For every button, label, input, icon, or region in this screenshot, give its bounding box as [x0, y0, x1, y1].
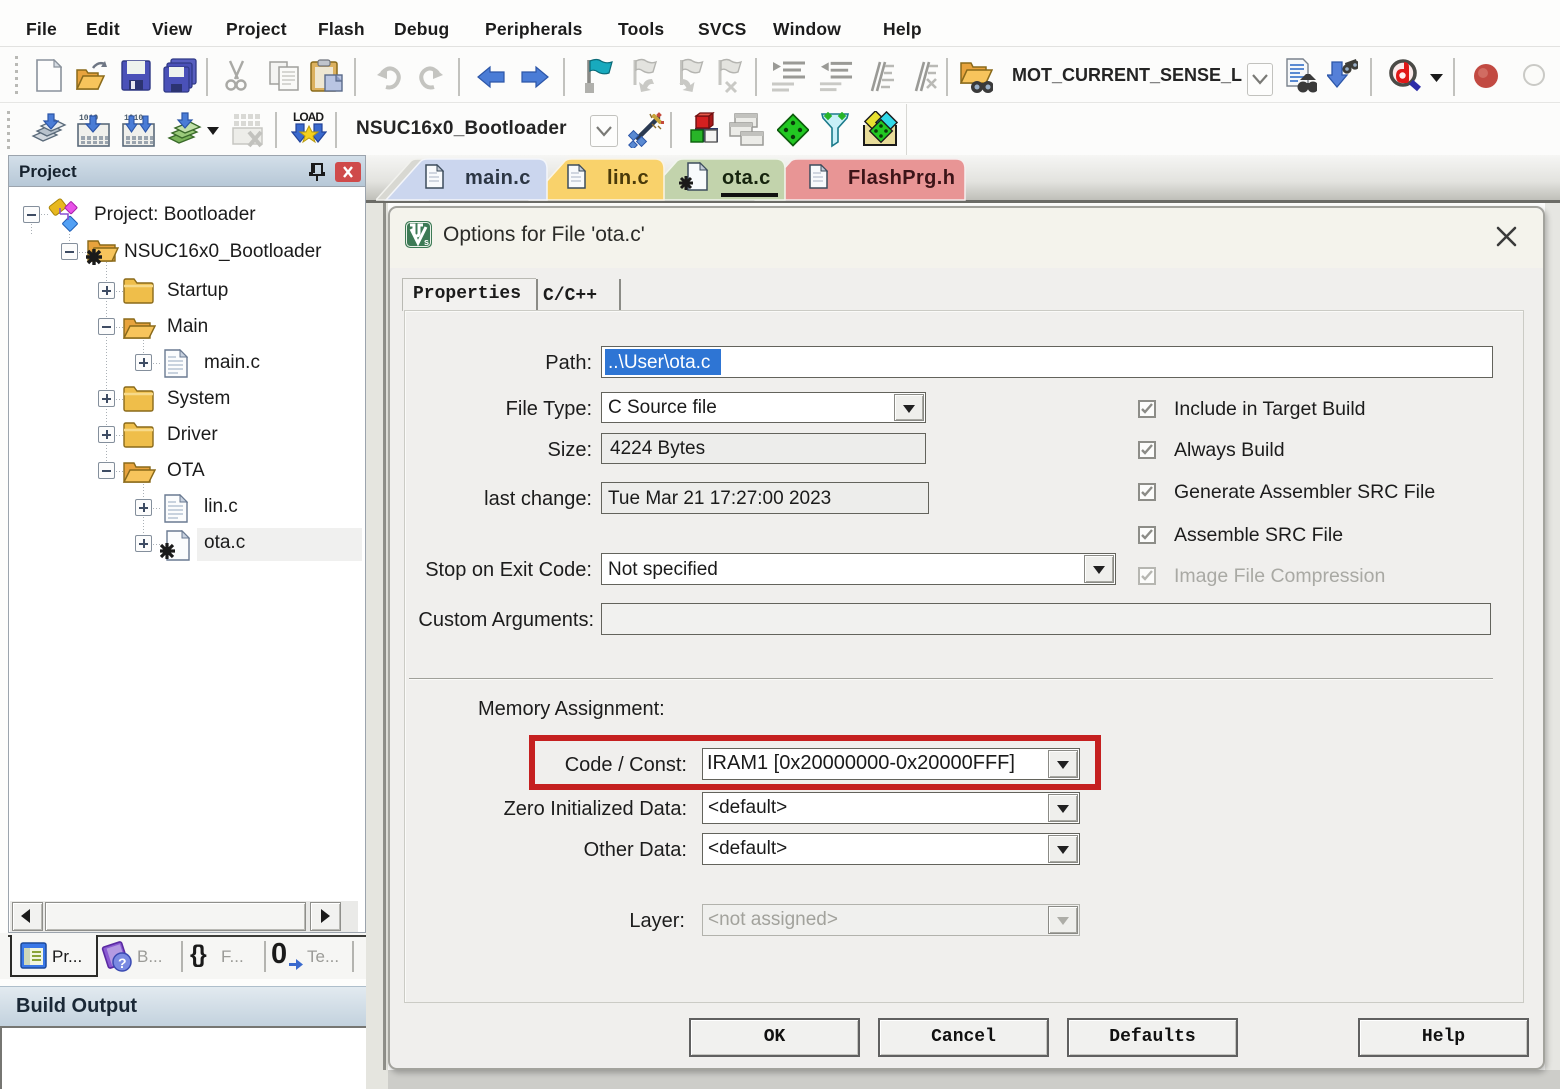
svg-text:?: ? — [118, 955, 127, 971]
svg-text:LOAD: LOAD — [293, 110, 324, 124]
svg-text:s: s — [424, 237, 429, 247]
